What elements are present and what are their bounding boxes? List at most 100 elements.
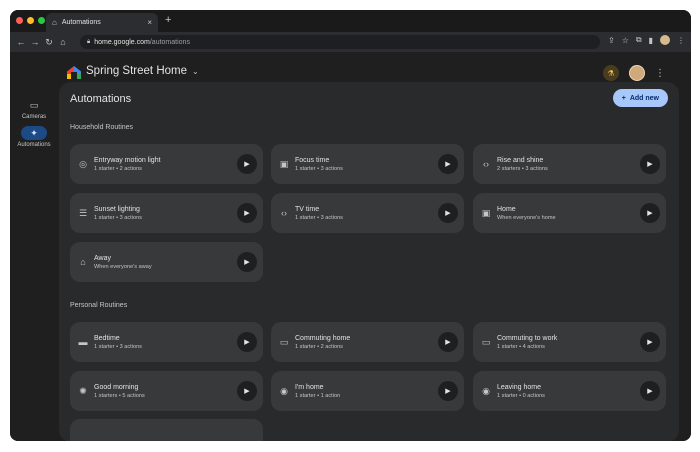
routine-card[interactable]: ▣ Home When everyone's home ▶	[473, 193, 666, 233]
routine-summary: 1 starters • 5 actions	[94, 392, 145, 399]
new-tab-button[interactable]: +	[165, 14, 171, 26]
routine-summary: 2 starters • 3 actions	[497, 165, 548, 172]
routine-card[interactable]: ◎ Entryway motion light 1 starter • 2 acti…	[70, 144, 263, 184]
routine-text: Rise and shine 2 starters • 3 actions	[497, 157, 640, 172]
url-host: home.google.com	[94, 38, 150, 46]
nav-item-cameras[interactable]: ▭ Cameras	[10, 98, 58, 121]
play-icon[interactable]: ▶	[640, 381, 660, 401]
side-navigation: ▭ Cameras ✦ Automations	[10, 92, 58, 152]
url-path: /automations	[149, 38, 190, 46]
play-icon[interactable]: ▶	[237, 252, 257, 272]
routine-text: Good morning 1 starters • 5 actions	[94, 384, 237, 399]
personal-routines-heading: Personal Routines	[70, 302, 128, 309]
forward-icon[interactable]: →	[28, 37, 42, 47]
routine-card[interactable]: ‹› TV time 1 starter • 3 actions ▶	[271, 193, 464, 233]
play-icon[interactable]: ▶	[640, 332, 660, 352]
routine-name: Entryway motion light	[94, 156, 161, 164]
routine-card[interactable]: ▭ Commuting to work 1 starter • 4 actions ▶	[473, 322, 666, 362]
google-home-logo-icon	[67, 66, 81, 79]
routine-icon: ▣	[481, 207, 491, 218]
home-name: Spring Street Home	[86, 65, 187, 77]
close-tab-icon[interactable]: ×	[147, 18, 152, 27]
extensions-icon[interactable]: ⧉	[636, 35, 642, 45]
routine-icon: ▭	[481, 336, 491, 347]
user-avatar[interactable]	[629, 65, 645, 81]
routine-card[interactable]: ✺ Good morning 1 starters • 5 actions ▶	[70, 371, 263, 411]
bookmark-star-icon[interactable]: ☆	[622, 36, 629, 45]
header-actions: ⚗ ⋮	[603, 65, 665, 81]
sparkle-icon: ✦	[21, 126, 47, 140]
play-icon[interactable]: ▶	[237, 381, 257, 401]
nav-item-automations[interactable]: ✦ Automations	[10, 126, 58, 148]
more-options-icon[interactable]: ⋮	[655, 68, 665, 79]
routine-text: Commuting to work 1 starter • 4 actions	[497, 335, 640, 350]
profile-avatar[interactable]	[660, 35, 670, 45]
routine-name: Rise and shine	[497, 156, 544, 164]
address-bar[interactable]: 🔒︎ home.google.com/automations	[80, 35, 600, 49]
routine-text: Commuting home 1 starter • 2 actions	[295, 335, 438, 350]
back-icon[interactable]: ←	[14, 37, 28, 47]
routine-card[interactable]: ☰ Sunset lighting 1 starter • 3 actions ▶	[70, 193, 263, 233]
routine-icon: ◉	[482, 385, 490, 396]
routine-summary: 1 starter • 2 actions	[94, 165, 142, 172]
play-icon[interactable]: ▶	[237, 154, 257, 174]
routine-summary: 1 starter • 3 actions	[94, 343, 142, 350]
routine-icon: ◉	[280, 385, 288, 396]
home-selector[interactable]: Spring Street Home ⌄	[86, 65, 199, 77]
routine-text: Bedtime 1 starter • 3 actions	[94, 335, 237, 350]
routine-name: Bedtime	[94, 334, 120, 342]
home-icon[interactable]: ⌂	[56, 37, 70, 47]
routine-card[interactable]: ▣ Focus time 1 starter • 3 actions ▶	[271, 144, 464, 184]
routine-icon: ✺	[79, 385, 87, 396]
routine-name: Focus time	[295, 156, 330, 164]
routine-summary: When everyone's away	[94, 263, 152, 270]
routine-text: Leaving home 1 starter • 0 actions	[497, 384, 640, 399]
window-controls	[16, 17, 45, 24]
tab-bar: ⌂ Automations × +	[10, 10, 691, 32]
play-icon[interactable]: ▶	[438, 381, 458, 401]
sidebar-icon[interactable]: ▮	[649, 36, 653, 45]
routine-icon: ‹›	[483, 159, 489, 169]
play-icon[interactable]: ▶	[640, 154, 660, 174]
routine-icon: ▬	[78, 337, 88, 347]
routine-card[interactable]: ⌂ Away When everyone's away ▶	[70, 242, 263, 282]
play-icon[interactable]: ▶	[438, 203, 458, 223]
share-icon[interactable]: ⇪	[608, 36, 615, 45]
routine-card[interactable]: ◉ Leaving home 1 starter • 0 actions ▶	[473, 371, 666, 411]
browser-tab[interactable]: ⌂ Automations ×	[46, 13, 158, 32]
routine-text: I'm home 1 starter • 1 action	[295, 384, 438, 399]
menu-icon[interactable]: ⋮	[677, 36, 685, 45]
routine-text: Home When everyone's home	[497, 206, 640, 221]
close-window-button[interactable]	[16, 17, 23, 24]
labs-flask-icon[interactable]: ⚗	[603, 65, 619, 81]
routine-text: Entryway motion light 1 starter • 2 actio…	[94, 157, 237, 172]
add-new-button[interactable]: + Add new	[612, 89, 668, 107]
routine-name: TV time	[295, 205, 320, 213]
play-icon[interactable]: ▶	[640, 203, 660, 223]
routine-card[interactable]: ◉ I'm home 1 starter • 1 action ▶	[271, 371, 464, 411]
lock-icon: 🔒︎	[87, 38, 91, 45]
play-icon[interactable]: ▶	[438, 332, 458, 352]
url-text: home.google.com/automations	[94, 39, 190, 46]
nav-label-automations: Automations	[17, 142, 51, 148]
minimize-window-button[interactable]	[27, 17, 34, 24]
play-icon[interactable]: ▶	[438, 154, 458, 174]
play-icon[interactable]: ▶	[237, 203, 257, 223]
camera-icon: ▭	[29, 99, 39, 110]
browser-window: ⌂ Automations × + ← → ↻ ⌂ 🔒︎ home.google…	[10, 10, 691, 441]
maximize-window-button[interactable]	[38, 17, 45, 24]
add-new-label: Add new	[629, 94, 659, 102]
routine-card[interactable]: ▬ Bedtime 1 starter • 3 actions ▶	[70, 322, 263, 362]
routine-name: Good morning	[94, 383, 139, 391]
play-icon[interactable]: ▶	[237, 332, 257, 352]
routine-summary: 1 starter • 0 actions	[497, 392, 545, 399]
routine-icon: ▣	[279, 158, 289, 169]
routine-card[interactable]: ‹› Rise and shine 2 starters • 3 actions ▶	[473, 144, 666, 184]
routine-card[interactable]: ▭ Commuting home 1 starter • 2 actions ▶	[271, 322, 464, 362]
browser-toolbar: ← → ↻ ⌂ 🔒︎ home.google.com/automations ⇪…	[10, 32, 691, 52]
routine-card-partial[interactable]	[70, 419, 263, 441]
routine-summary: 1 starter • 2 actions	[295, 343, 343, 350]
automations-panel: Automations + Add new Household Routines…	[59, 82, 679, 441]
routine-summary: 1 starter • 3 actions	[94, 214, 142, 221]
reload-icon[interactable]: ↻	[42, 37, 56, 48]
